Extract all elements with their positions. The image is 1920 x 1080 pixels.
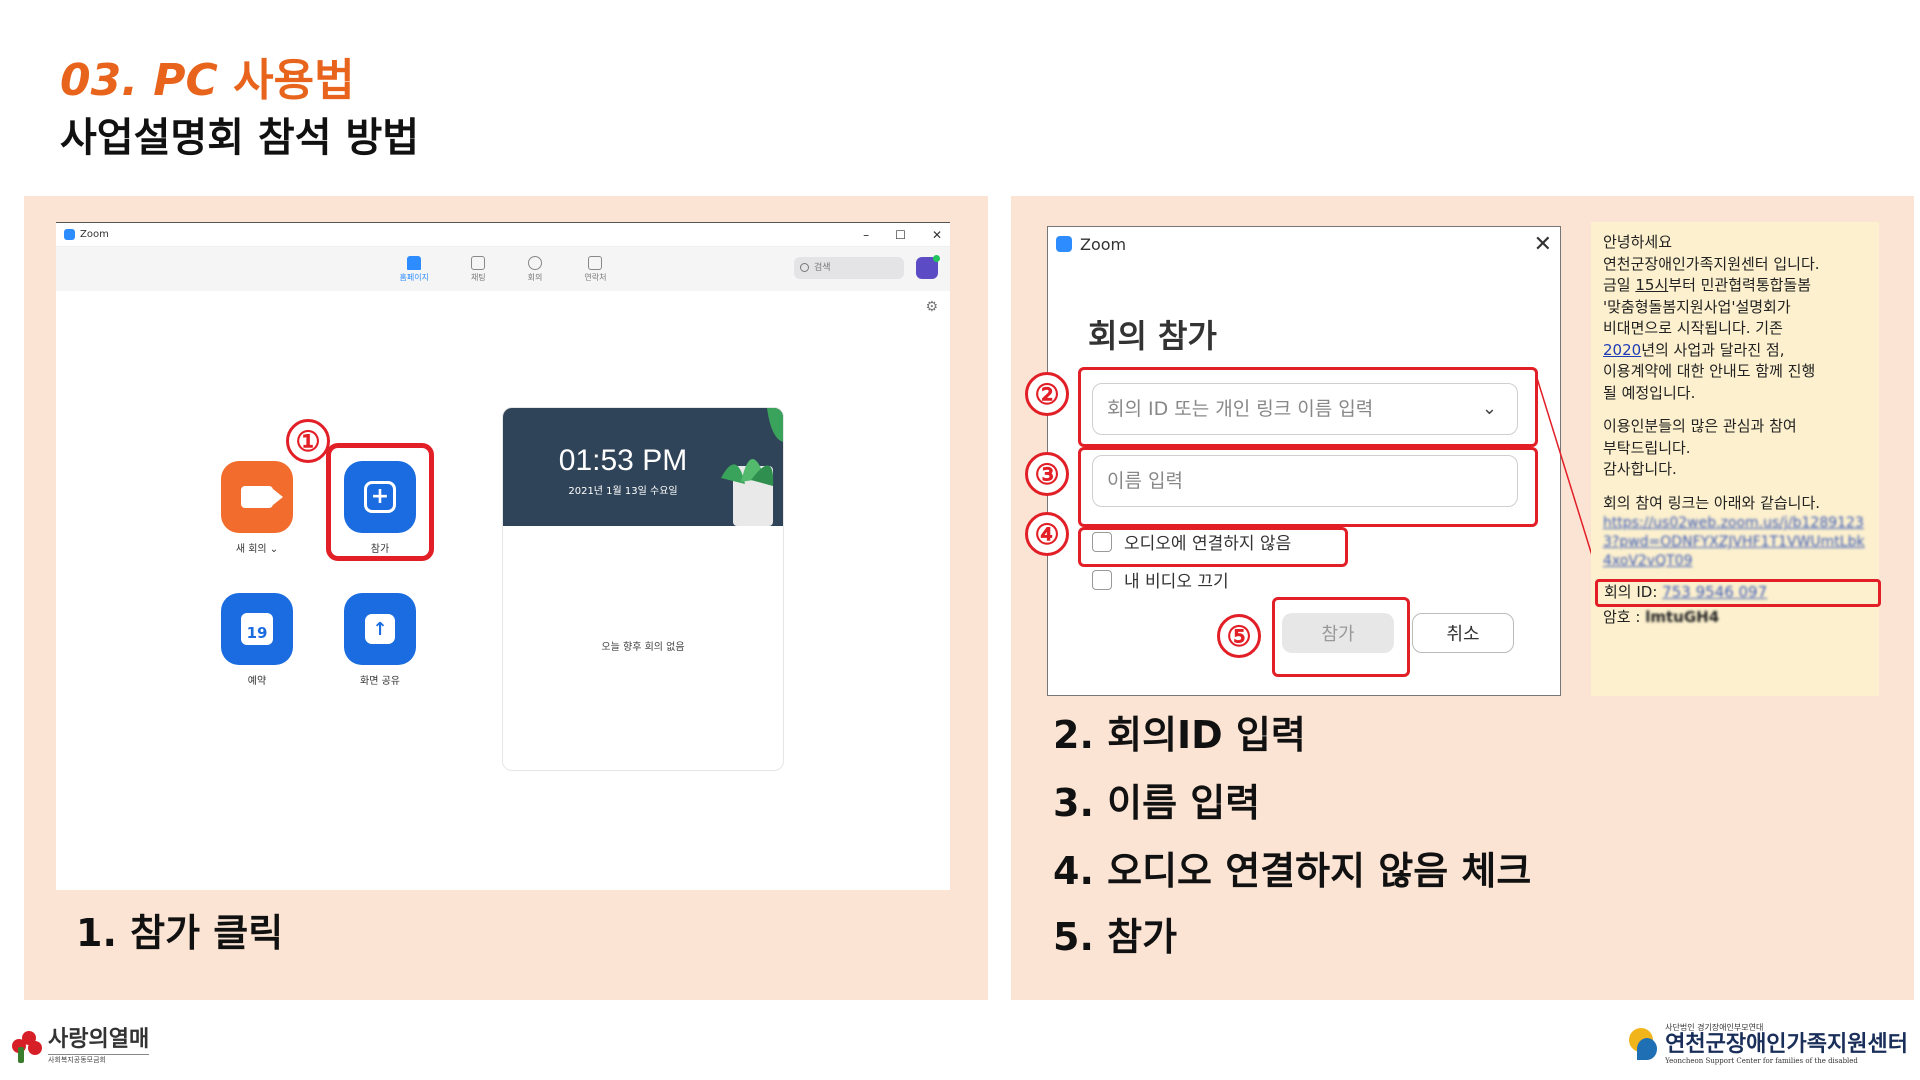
join-highlight-box <box>326 443 434 561</box>
clock-time: 01:53 PM <box>558 444 688 477</box>
tab-meetings[interactable]: 회의 <box>528 255 543 283</box>
step-badge-5: ⑤ <box>1217 614 1261 658</box>
share-screen-tile[interactable]: ↑ 화면 공유 <box>344 593 416 687</box>
right-panel: Zoom ✕ 회의 참가 회의 ID 또는 개인 링크 이름 입력 ⌄ 이름 입… <box>1011 196 1914 1000</box>
love-fruit-logo: 사랑의열매 사회복지공동모금회 <box>12 1028 150 1065</box>
zoom-titlebar: Zoom – ☐ ✕ <box>56 223 950 247</box>
password-line: 암호 : lmtuGH4 <box>1603 607 1720 626</box>
avatar[interactable] <box>916 255 940 279</box>
section-title: 03. PC 사용법 <box>60 55 355 106</box>
center-emblem-icon <box>1629 1024 1659 1064</box>
slide-header: 03. PC 사용법 사업설명회 참석 방법 <box>60 55 419 163</box>
close-button[interactable]: ✕ <box>932 228 942 242</box>
close-icon[interactable]: ✕ <box>1534 232 1552 257</box>
upload-arrow-icon: ↑ <box>365 614 395 644</box>
maximize-button[interactable]: ☐ <box>895 228 906 242</box>
window-title: Zoom <box>80 229 109 240</box>
contacts-icon <box>588 255 603 270</box>
new-meeting-tile[interactable]: 새 회의 ⌄ <box>221 461 293 555</box>
fruit-icon <box>12 1030 42 1063</box>
video-camera-icon <box>241 486 283 508</box>
step-badge-4: ④ <box>1025 512 1069 556</box>
audio-highlight <box>1078 527 1348 567</box>
video-off-checkbox[interactable]: 내 비디오 끄기 <box>1092 567 1229 592</box>
slide-subtitle: 사업설명회 참석 방법 <box>60 115 420 161</box>
cancel-button[interactable]: 취소 <box>1412 613 1514 653</box>
search-input[interactable]: 검색 <box>794 257 904 279</box>
calendar-icon: 19 <box>241 613 273 645</box>
dialog-titlebar: Zoom ✕ <box>1048 227 1560 261</box>
meeting-id-line: 회의 ID: 753 9546 097 <box>1595 579 1881 607</box>
tab-chat[interactable]: 채팅 <box>471 255 486 283</box>
zoom-nav-bar: 홈페이지 채팅 회의 연락처 검색 <box>56 247 950 291</box>
step-5-label: 5. 참가 <box>1053 915 1178 959</box>
meeting-link[interactable]: https://us02web.zoom.us/j/b12891233?pwd=… <box>1603 514 1867 571</box>
step-4-label: 4. 오디오 연결하지 않음 체크 <box>1053 849 1532 893</box>
zoom-main-window: Zoom – ☐ ✕ 홈페이지 채팅 회의 연락처 검색 ⚙ 새 회의 ⌄ + … <box>56 222 950 890</box>
sms-notice: 안녕하세요 연천군장애인가족지원센터 입니다. 금일 15시부터 민관협력통합돌… <box>1591 222 1881 696</box>
name-highlight <box>1078 447 1538 527</box>
calendar-header: 01:53 PM 2021년 1월 13일 수요일 <box>503 408 783 526</box>
center-logo: 사단법인 경기장애인부모연대 연천군장애인가족지원센터 Yeoncheon Su… <box>1629 1022 1908 1065</box>
step-3-label: 3. 이름 입력 <box>1053 781 1261 825</box>
schedule-tile[interactable]: 19 예약 <box>221 593 293 687</box>
tab-contacts[interactable]: 연락처 <box>584 255 607 283</box>
clock-icon <box>528 255 543 270</box>
join-highlight <box>1272 597 1410 677</box>
left-panel: Zoom – ☐ ✕ 홈페이지 채팅 회의 연락처 검색 ⚙ 새 회의 ⌄ + … <box>24 196 988 1000</box>
gear-icon[interactable]: ⚙ <box>925 299 938 315</box>
minimize-button[interactable]: – <box>863 228 869 242</box>
upcoming-meetings-card: 01:53 PM 2021년 1월 13일 수요일 오늘 향후 회의 없음 <box>502 407 784 771</box>
dialog-heading: 회의 참가 <box>1088 317 1217 355</box>
step-badge-3: ③ <box>1025 452 1069 496</box>
no-meetings-text: 오늘 향후 회의 없음 <box>601 642 685 653</box>
new-meeting-button[interactable] <box>221 461 293 533</box>
chevron-down-icon: ⌄ <box>269 544 279 555</box>
step-badge-2: ② <box>1025 372 1069 416</box>
chat-icon <box>471 255 486 270</box>
meeting-id-highlight <box>1078 367 1538 447</box>
tab-home[interactable]: 홈페이지 <box>399 255 429 283</box>
clock-date: 2021년 1월 13일 수요일 <box>568 486 678 497</box>
share-screen-button[interactable]: ↑ <box>344 593 416 665</box>
home-icon <box>407 255 422 270</box>
zoom-logo-icon <box>1056 236 1072 252</box>
step-badge-1: ① <box>286 419 330 463</box>
checkbox-icon[interactable] <box>1092 569 1112 590</box>
search-icon <box>800 263 809 272</box>
plant-decoration-icon <box>721 408 783 526</box>
schedule-button[interactable]: 19 <box>221 593 293 665</box>
join-meeting-dialog: Zoom ✕ 회의 참가 회의 ID 또는 개인 링크 이름 입력 ⌄ 이름 입… <box>1047 226 1561 696</box>
zoom-logo-icon <box>64 229 75 240</box>
step-1-label: 1. 참가 클릭 <box>76 911 284 955</box>
step-2-label: 2. 회의ID 입력 <box>1053 713 1306 757</box>
